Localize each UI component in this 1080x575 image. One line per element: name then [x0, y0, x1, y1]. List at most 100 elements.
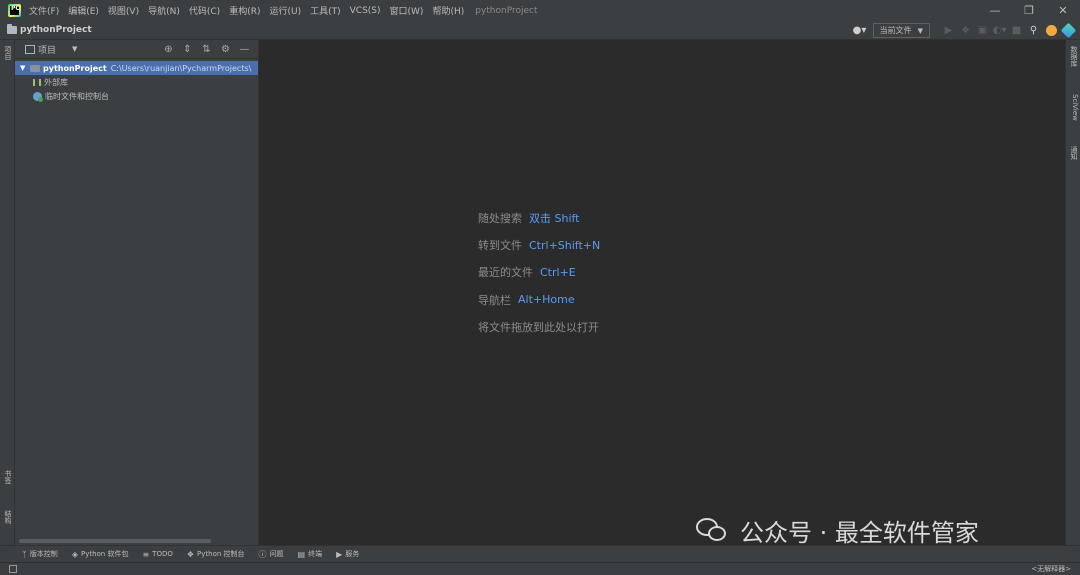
menu-edit[interactable]: 编辑(E)	[68, 4, 99, 17]
hint-label: 转到文件	[478, 239, 522, 253]
tree-external-libraries-label: 外部库	[44, 77, 68, 87]
window-title: pythonProject	[475, 5, 538, 16]
close-button[interactable]: ✕	[1046, 0, 1080, 21]
tool-python-packages[interactable]: ◈ Python 软件包	[72, 549, 129, 559]
status-bar: <无解释器>	[0, 562, 1080, 575]
hint-search-everywhere: 随处搜索 双击 Shift	[478, 204, 600, 231]
run-configuration-label: 当前文件	[879, 26, 912, 35]
project-tool-button[interactable]: 项目	[2, 46, 13, 60]
watermark: 公众号 · 最全软件管家	[696, 512, 979, 548]
project-panel-tools: ⊕ ⇕ ⇅ ⚙ —	[159, 40, 254, 59]
terminal-icon: ▤	[297, 549, 306, 559]
menu-file[interactable]: 文件(F)	[29, 4, 59, 17]
run-icon[interactable]: ▶	[940, 22, 957, 39]
tool-label: 版本控制	[29, 550, 58, 558]
hint-recent-files: 最近的文件 Ctrl+E	[478, 259, 600, 286]
hint-shortcut: Ctrl+E	[540, 265, 576, 279]
window-controls: — ❐ ✕	[978, 0, 1080, 21]
tool-label: 问题	[269, 550, 284, 558]
breadcrumb-project[interactable]: pythonProject	[20, 25, 92, 35]
tree-scratches-label: 临时文件和控制台	[45, 91, 109, 101]
editor-area: 随处搜索 双击 Shift 转到文件 Ctrl+Shift+N 最近的文件 Ct…	[259, 40, 1065, 545]
navigation-bar: pythonProject ●▾ 当前文件 ▼ ▶ ❖ ▣ ◐▾ ■ ⚲	[0, 21, 1080, 40]
project-tree: ▼ pythonProject C:\Users\ruanjian\Pychar…	[15, 59, 258, 103]
editor-hints: 随处搜索 双击 Shift 转到文件 Ctrl+Shift+N 最近的文件 Ct…	[478, 204, 600, 341]
hint-navigation-bar: 导航栏 Alt+Home	[478, 286, 600, 313]
left-tool-strip: 项目 书签 结构	[0, 40, 15, 545]
stop-icon[interactable]: ■	[1008, 22, 1025, 39]
folder-icon	[7, 24, 17, 34]
run-configuration-select[interactable]: 当前文件 ▼	[872, 23, 930, 38]
hint-label: 导航栏	[478, 293, 511, 307]
menu-code[interactable]: 代码(C)	[189, 4, 220, 17]
hint-goto-file: 转到文件 Ctrl+Shift+N	[478, 231, 600, 258]
tree-row-root[interactable]: ▼ pythonProject C:\Users\ruanjian\Pychar…	[15, 61, 258, 75]
chevron-down-icon: ▼	[917, 26, 923, 35]
horizontal-scrollbar[interactable]	[19, 539, 211, 543]
tool-services[interactable]: ▶ 服务	[336, 549, 359, 559]
tool-todo[interactable]: ≡ TODO	[142, 550, 172, 559]
menu-vcs[interactable]: VCS(S)	[350, 6, 381, 16]
services-icon: ▶	[336, 549, 343, 559]
tree-row-external-libraries[interactable]: 外部库	[15, 75, 258, 89]
tool-python-console[interactable]: ❖ Python 控制台	[187, 549, 245, 559]
tree-root-path: C:\Users\ruanjian\PycharmProjects\	[110, 63, 252, 73]
minimize-button[interactable]: —	[978, 0, 1012, 21]
coverage-icon[interactable]: ▣	[974, 22, 991, 39]
wechat-logo-icon	[696, 516, 730, 544]
bookmarks-tool-button[interactable]: 书签	[2, 470, 13, 484]
sciview-tool-button[interactable]: SciView	[1068, 94, 1079, 121]
hint-shortcut: Ctrl+Shift+N	[529, 238, 601, 252]
tool-terminal[interactable]: ▤ 终端	[298, 549, 323, 559]
hide-icon[interactable]: —	[235, 44, 254, 55]
locate-icon[interactable]: ⊕	[159, 44, 178, 55]
collapse-all-icon[interactable]: ⇅	[197, 44, 216, 55]
right-tool-strip: 数据库 SciView 通知	[1065, 40, 1080, 545]
update-icon[interactable]	[1046, 25, 1057, 36]
menu-navigate[interactable]: 导航(N)	[148, 4, 180, 17]
branch-icon: ᛉ	[22, 549, 27, 559]
project-panel: 项目 ▼ ⊕ ⇕ ⇅ ⚙ — ▼ pythonProject C:\Users\…	[15, 40, 259, 545]
structure-tool-button[interactable]: 结构	[2, 510, 13, 524]
gear-icon[interactable]: ⚙	[216, 44, 235, 55]
menu-run[interactable]: 运行(U)	[269, 4, 301, 17]
package-icon: ◈	[71, 549, 78, 559]
user-icon[interactable]: ●▾	[853, 25, 869, 36]
debug-icon[interactable]: ❖	[957, 22, 974, 39]
menu-view[interactable]: 视图(V)	[108, 4, 139, 17]
notifications-tool-button[interactable]: 通知	[1068, 146, 1079, 160]
python-icon: ❖	[186, 549, 195, 559]
expand-all-icon[interactable]: ⇕	[178, 44, 197, 55]
profile-icon[interactable]: ◐▾	[991, 22, 1008, 39]
tool-label: Python 软件包	[80, 550, 129, 558]
database-tool-button[interactable]: 数据库	[1068, 46, 1079, 67]
project-panel-title[interactable]: 项目	[38, 43, 56, 56]
search-icon[interactable]: ⚲	[1025, 22, 1042, 39]
tree-root-name: pythonProject	[43, 63, 107, 73]
tool-label: 终端	[308, 550, 323, 558]
scratches-icon	[33, 91, 43, 102]
tool-version-control[interactable]: ᛉ 版本控制	[22, 549, 58, 559]
hint-label: 将文件拖放到此处以打开	[478, 321, 599, 335]
library-icon	[33, 78, 41, 86]
menu-tools[interactable]: 工具(T)	[310, 4, 341, 17]
toolbox-icon[interactable]	[1060, 22, 1077, 39]
menu-help[interactable]: 帮助(H)	[432, 4, 464, 17]
chevron-down-icon[interactable]: ▼	[20, 64, 30, 72]
watermark-text: 公众号 · 最全软件管家	[740, 518, 979, 547]
pycharm-logo-icon: PC	[8, 4, 21, 17]
tool-label: Python 控制台	[197, 550, 245, 558]
interpreter-status[interactable]: <无解释器>	[1031, 564, 1071, 574]
tool-problems[interactable]: ⓘ 问题	[259, 549, 284, 560]
tree-row-scratches[interactable]: 临时文件和控制台	[15, 89, 258, 103]
chevron-down-icon[interactable]: ▼	[72, 45, 77, 53]
tool-windows-toggle-icon[interactable]	[9, 565, 17, 573]
hint-label: 最近的文件	[478, 266, 533, 280]
tool-label: 服务	[345, 550, 360, 558]
restore-button[interactable]: ❐	[1012, 0, 1046, 21]
menu-window[interactable]: 窗口(W)	[390, 4, 424, 17]
toolbar-right: ●▾ 当前文件 ▼ ▶ ❖ ▣ ◐▾ ■ ⚲	[853, 21, 1080, 40]
hint-shortcut: Alt+Home	[518, 293, 575, 307]
list-icon: ≡	[142, 549, 150, 559]
menu-refactor[interactable]: 重构(R)	[229, 4, 260, 17]
